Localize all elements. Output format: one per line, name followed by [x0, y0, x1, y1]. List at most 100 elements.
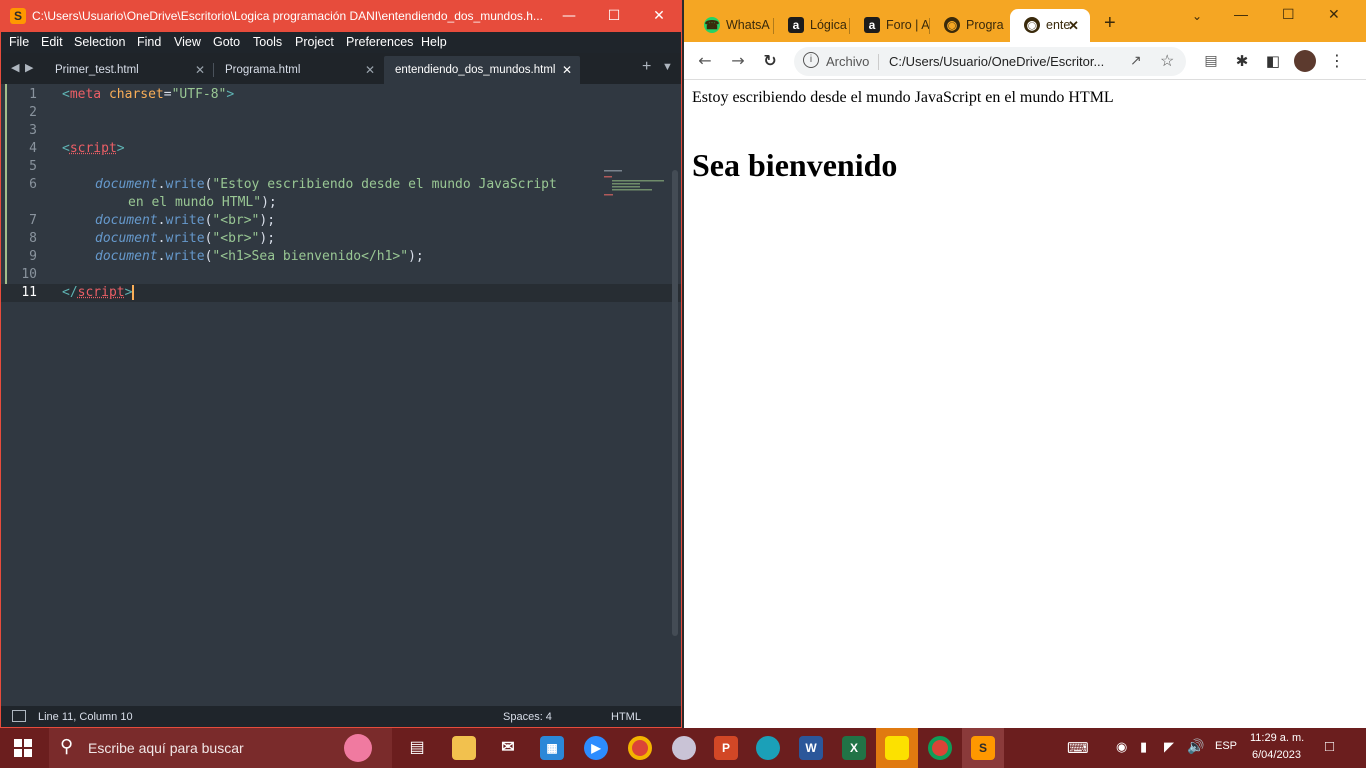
- info-icon[interactable]: i: [803, 52, 819, 68]
- menu-tools[interactable]: Tools: [253, 35, 282, 49]
- menu-project[interactable]: Project: [295, 35, 334, 49]
- browser-tab-logica[interactable]: a Lógica: [774, 9, 850, 42]
- sticky-notes-task[interactable]: [876, 728, 918, 768]
- browser-toolbar: ← → ↻ i Archivo C:/Users/Usuario/OneDriv…: [684, 42, 1366, 80]
- minimize-button[interactable]: —: [1234, 6, 1248, 22]
- close-tab-icon[interactable]: ✕: [1068, 9, 1079, 42]
- maximize-button[interactable]: ☐: [591, 1, 637, 32]
- minimize-button[interactable]: —: [546, 1, 592, 32]
- close-tab-icon[interactable]: ✕: [365, 56, 375, 84]
- close-button[interactable]: ✕: [636, 1, 681, 32]
- back-icon[interactable]: ←: [694, 50, 716, 72]
- browser-tab-whatsapp[interactable]: ☎ WhatsA: [690, 9, 774, 42]
- windows-start-icon[interactable]: [14, 739, 32, 757]
- menu-file[interactable]: File: [9, 35, 29, 49]
- clock-time[interactable]: 11:29 a. m.: [1250, 732, 1304, 744]
- forward-icon[interactable]: →: [727, 50, 749, 72]
- address-bar[interactable]: i Archivo C:/Users/Usuario/OneDrive/Escr…: [794, 47, 1186, 76]
- line-number: 11: [21, 285, 37, 300]
- wifi-icon[interactable]: ◤: [1164, 739, 1174, 755]
- alura-icon: a: [788, 17, 804, 33]
- chrome-menu-icon[interactable]: ⋮: [1326, 50, 1348, 72]
- menu-preferences[interactable]: Preferences: [346, 35, 413, 49]
- zoom-icon[interactable]: ▶: [584, 736, 608, 760]
- tab-primer-test[interactable]: Primer_test.html ✕: [45, 56, 213, 84]
- browser-tab-programa[interactable]: ◉ Progra: [930, 9, 1010, 42]
- reload-icon[interactable]: ↻: [759, 50, 781, 72]
- vertical-scrollbar[interactable]: [672, 170, 678, 636]
- code-line-6: document.write("Estoy escribiendo desde …: [95, 177, 557, 192]
- pdf-extension-icon[interactable]: ▤: [1200, 50, 1222, 72]
- line-number: 10: [21, 267, 37, 282]
- tab-label: Primer_test.html: [55, 64, 139, 76]
- menu-goto[interactable]: Goto: [213, 35, 240, 49]
- menu-find[interactable]: Find: [137, 35, 161, 49]
- battery-icon[interactable]: ▮: [1140, 739, 1147, 755]
- keyboard-icon[interactable]: ⌨: [1067, 739, 1089, 757]
- tab-search-icon[interactable]: ⌄: [1192, 9, 1202, 23]
- close-button[interactable]: ✕: [1328, 6, 1340, 23]
- new-tab-icon[interactable]: +: [642, 58, 651, 76]
- task-view-icon[interactable]: ▤: [405, 736, 429, 760]
- tab-next-icon[interactable]: ▶: [25, 61, 33, 74]
- menu-selection[interactable]: Selection: [74, 35, 125, 49]
- chrome-icon[interactable]: [628, 736, 652, 760]
- share-icon[interactable]: ↗: [1130, 52, 1142, 69]
- side-panel-icon[interactable]: ◧: [1262, 50, 1284, 72]
- tab-entendiendo-dos-mundos[interactable]: entendiendo_dos_mundos.html ✕: [384, 56, 580, 84]
- word-icon[interactable]: W: [799, 736, 823, 760]
- profile-avatar[interactable]: [1294, 50, 1316, 72]
- new-tab-icon[interactable]: +: [1104, 12, 1116, 35]
- window-title: C:\Users\Usuario\OneDrive\Escritorio\Log…: [32, 9, 543, 23]
- line-number: 3: [29, 123, 37, 138]
- indentation-setting[interactable]: Spaces: 4: [503, 711, 552, 723]
- notifications-icon[interactable]: □: [1325, 738, 1334, 755]
- close-tab-icon[interactable]: ✕: [195, 56, 205, 84]
- paint-icon[interactable]: [672, 736, 696, 760]
- volume-icon[interactable]: 🔊: [1187, 738, 1204, 755]
- syntax-setting[interactable]: HTML: [611, 711, 641, 723]
- whatsapp-icon: ☎: [704, 17, 720, 33]
- code-line-9: document.write("<h1>Sea bienvenido</h1>"…: [95, 249, 424, 264]
- menu-bar: File Edit Selection Find View Goto Tools…: [1, 32, 681, 53]
- meet-now-icon[interactable]: ◉: [1116, 739, 1127, 755]
- chrome-profile-icon[interactable]: [928, 736, 952, 760]
- input-language[interactable]: ESP: [1215, 740, 1237, 752]
- sublime-text-task[interactable]: S: [962, 728, 1004, 768]
- browser-tab-foro[interactable]: a Foro | A: [850, 9, 930, 42]
- menu-view[interactable]: View: [174, 35, 201, 49]
- clock-date[interactable]: 6/04/2023: [1252, 749, 1301, 761]
- cursor-position: Line 11, Column 10: [38, 711, 133, 723]
- file-explorer-icon[interactable]: [452, 736, 476, 760]
- bookmark-star-icon[interactable]: ☆: [1160, 51, 1174, 71]
- sidebar-toggle-icon[interactable]: [12, 710, 26, 722]
- edge-icon[interactable]: [756, 736, 780, 760]
- extensions-icon[interactable]: ✱: [1231, 50, 1253, 72]
- taskbar-search-box[interactable]: ⚲ Escribe aquí para buscar: [49, 728, 392, 768]
- line-number: 1: [29, 87, 37, 102]
- tab-prev-icon[interactable]: ◀: [11, 61, 19, 74]
- tab-label: Programa.html: [225, 64, 301, 76]
- code-editor[interactable]: 1 2 3 4 5 6 7 8 9 10 11 <meta charset="U…: [1, 84, 681, 706]
- tab-list-icon[interactable]: ▼: [662, 61, 673, 73]
- powerpoint-icon[interactable]: P: [714, 736, 738, 760]
- web-page-content: Estoy escribiendo desde el mundo JavaScr…: [684, 80, 1366, 728]
- store-icon[interactable]: ▦: [540, 736, 564, 760]
- browser-tab-entendiendo[interactable]: ◉ ente ✕: [1010, 9, 1090, 42]
- excel-icon[interactable]: X: [842, 736, 866, 760]
- minimap[interactable]: [604, 170, 666, 196]
- line-number: 7: [29, 213, 37, 228]
- menu-edit[interactable]: Edit: [41, 35, 63, 49]
- menu-help[interactable]: Help: [421, 35, 447, 49]
- sublime-text-window: S C:\Users\Usuario\OneDrive\Escritorio\L…: [0, 0, 682, 728]
- url-text[interactable]: C:/Users/Usuario/OneDrive/Escritor...: [889, 54, 1104, 69]
- code-line-1: <meta charset="UTF-8">: [62, 87, 235, 102]
- maximize-button[interactable]: ☐: [1282, 6, 1295, 23]
- sticky-notes-icon: [885, 736, 909, 760]
- globe-icon: ◉: [944, 17, 960, 33]
- tab-bar: ◀ ▶ Primer_test.html ✕ Programa.html ✕ e…: [1, 53, 681, 84]
- line-number: 5: [29, 159, 37, 174]
- tab-programa[interactable]: Programa.html ✕: [215, 56, 383, 84]
- close-tab-icon[interactable]: ✕: [562, 56, 572, 84]
- mail-icon[interactable]: ✉: [496, 736, 520, 760]
